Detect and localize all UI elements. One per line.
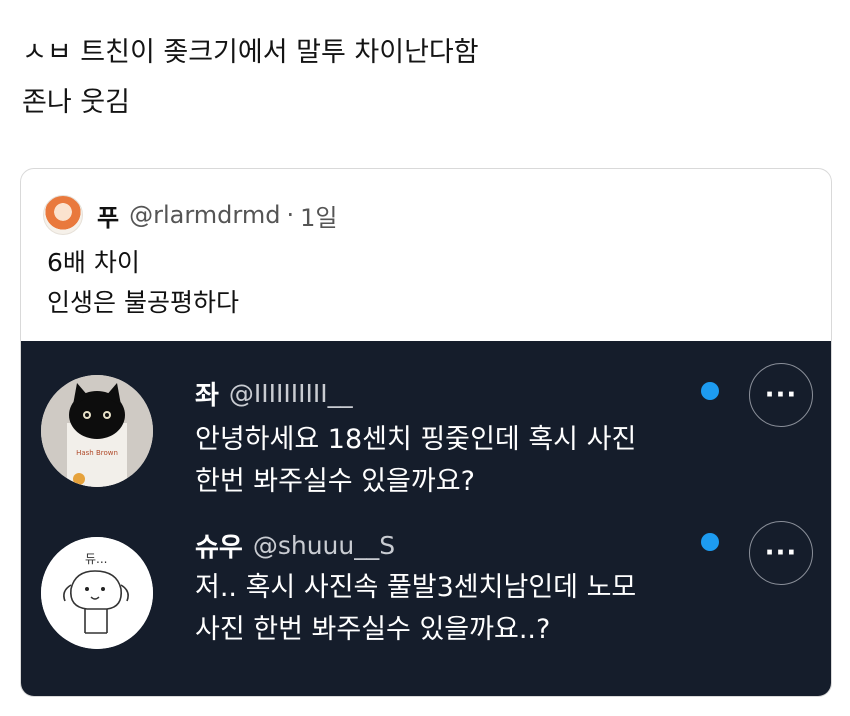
post-text-line-2: 존나 웃김: [22, 87, 130, 118]
quote-body-line-2: 인생은 불공평하다: [47, 288, 239, 317]
reply-message-line-2: 한번 봐주실수 있을까요?: [195, 466, 475, 497]
reply-message-text: 안녕하세요 18센치 핑줒인데 혹시 사진 한번 봐주실수 있을까요?: [195, 419, 636, 503]
quote-author-handle[interactable]: @rlarmdrmd: [129, 201, 280, 229]
post-text-line-1: ㅅㅂ 트친이 좆크기에서 말투 차이난다함: [22, 37, 479, 68]
avatar-caption-text: Hash Brown: [76, 449, 118, 457]
quote-header: 푸 @rlarmdrmd · 1일: [43, 195, 337, 235]
quote-body-line-1: 6배 차이: [47, 248, 140, 277]
quote-avatar[interactable]: [43, 195, 83, 235]
dog-doodle-avatar[interactable]: 듀...: [41, 537, 153, 649]
quote-author-name[interactable]: 푸: [97, 198, 119, 233]
message-request-item[interactable]: 듀... 슈우 @shuuu__S 저.. 혹시 사진속 풀발3센치남인데 노모…: [21, 521, 831, 687]
reply-message-text: 저.. 혹시 사진속 풀발3센치남인데 노모 사진 한번 봐주실수 있을까요..…: [195, 567, 636, 651]
dog-doodle-avatar-image: 듀...: [41, 537, 153, 649]
unread-dot-icon: [701, 382, 719, 400]
post-text: ㅅㅂ 트친이 좆크기에서 말투 차이난다함 존나 웃김: [22, 28, 479, 128]
more-options-button[interactable]: ···: [749, 521, 813, 585]
unread-dot-icon: [701, 533, 719, 551]
reply-author-name[interactable]: 슈우: [195, 527, 243, 564]
reply-author-handle[interactable]: @IIIIIIIIII__: [229, 379, 353, 408]
reply-message-line-1: 저.. 혹시 사진속 풀발3센치남인데 노모: [195, 572, 637, 603]
message-request-item[interactable]: Hash Brown 좌 @IIIIIIIIII__ 안녕하세요 18센치 핑줒…: [21, 363, 831, 523]
quote-timestamp[interactable]: 1일: [300, 198, 337, 233]
reply-author-handle[interactable]: @shuuu__S: [253, 531, 395, 560]
quote-body: 6배 차이 인생은 불공평하다: [47, 243, 239, 323]
reply-header: 슈우 @shuuu__S: [195, 527, 395, 564]
reply-message-line-2: 사진 한번 봐주실수 있을까요..?: [195, 614, 551, 645]
quote-separator: ·: [286, 201, 295, 229]
quoted-tweet-card[interactable]: 푸 @rlarmdrmd · 1일 6배 차이 인생은 불공평하다 Hash B…: [20, 168, 832, 697]
dm-request-panel: Hash Brown 좌 @IIIIIIIIII__ 안녕하세요 18센치 핑줒…: [21, 341, 831, 696]
more-options-button[interactable]: ···: [749, 363, 813, 427]
reply-author-name[interactable]: 좌: [195, 375, 219, 412]
avatar-caption-text: 듀...: [85, 552, 107, 566]
black-cat-avatar-image: Hash Brown: [41, 375, 153, 487]
black-cat-avatar[interactable]: Hash Brown: [41, 375, 153, 487]
reply-header: 좌 @IIIIIIIIII__: [195, 375, 353, 412]
reply-message-line-1: 안녕하세요 18센치 핑줒인데 혹시 사진: [195, 424, 637, 455]
